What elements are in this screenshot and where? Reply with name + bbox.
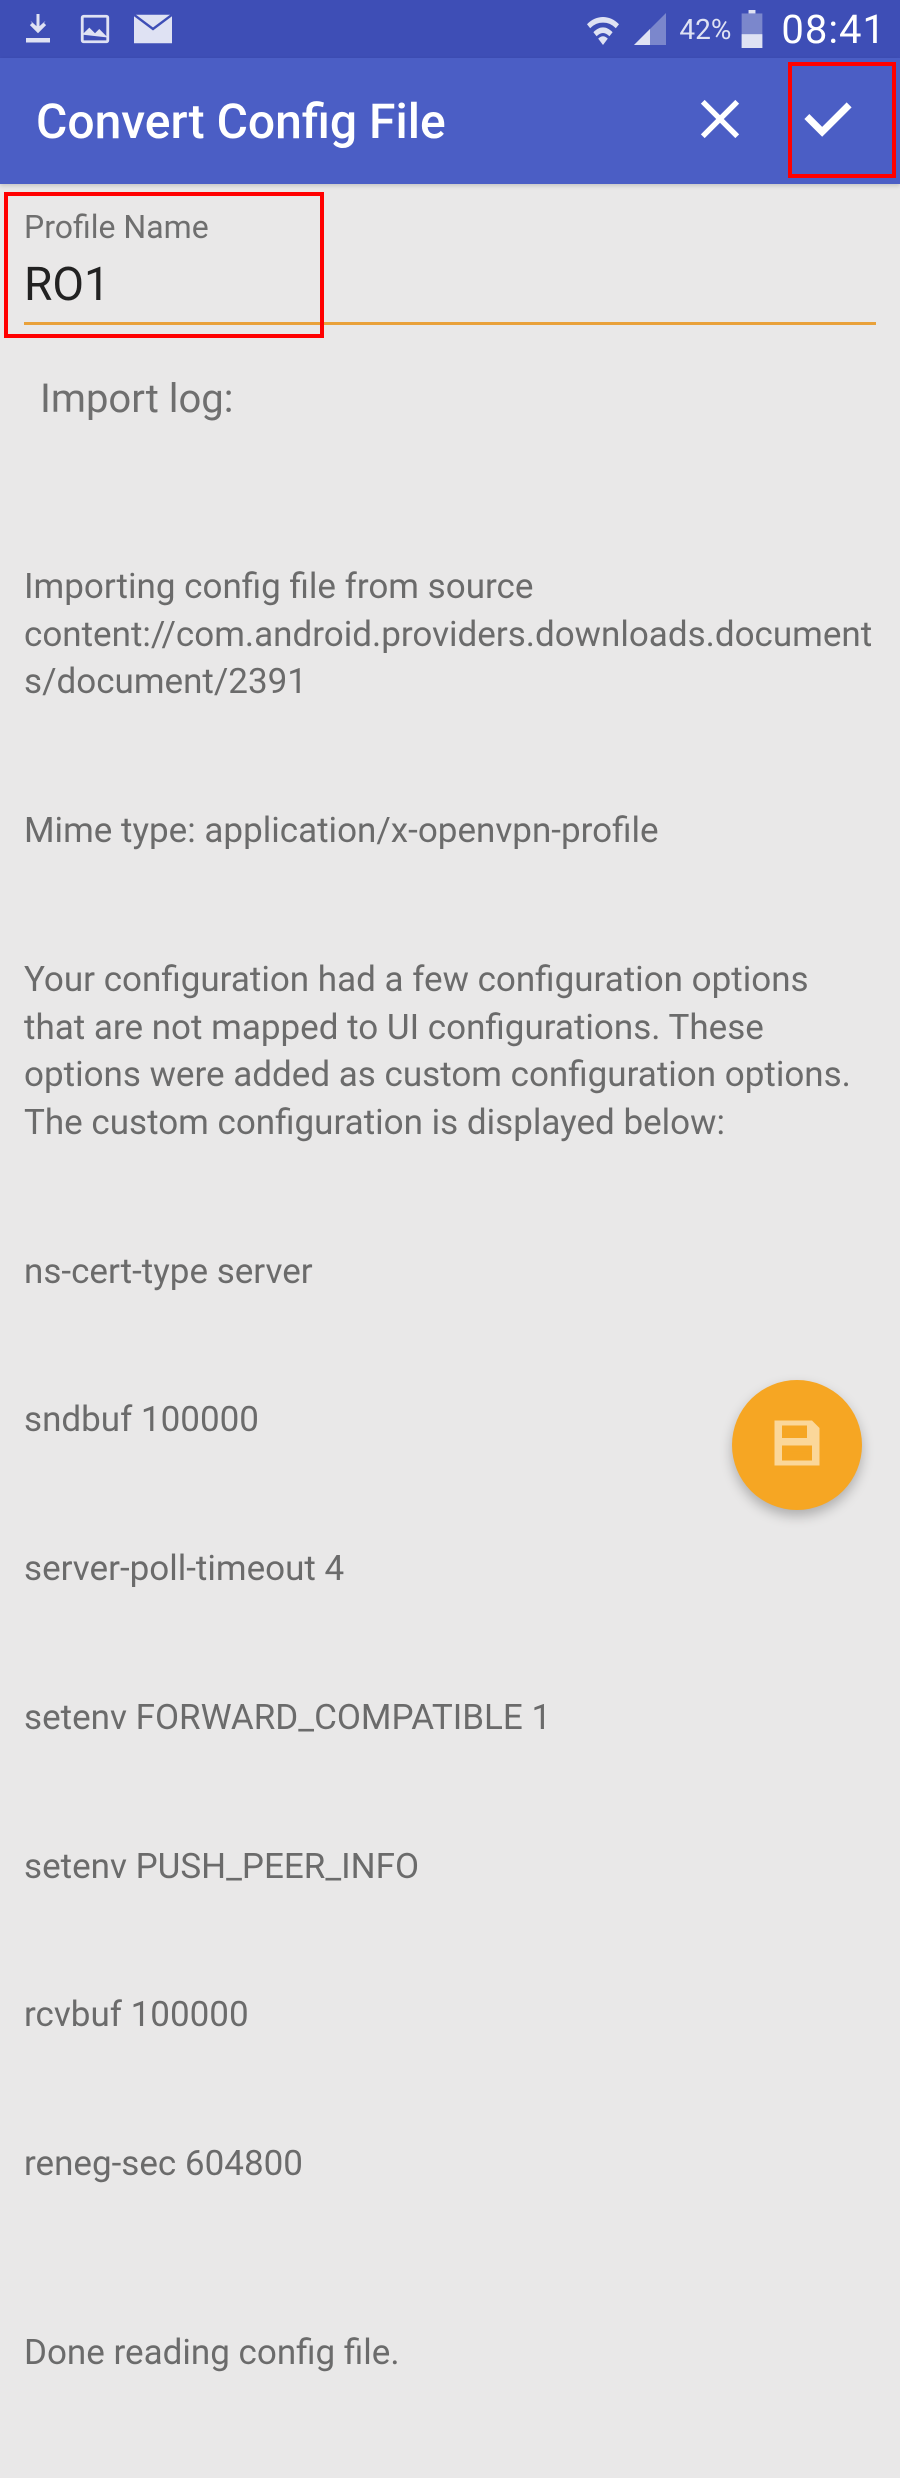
gallery-icon — [78, 12, 112, 46]
confirm-button[interactable] — [774, 67, 882, 175]
log-line-source: Importing config file from source conten… — [24, 563, 876, 706]
clock: 08:41 — [781, 6, 886, 53]
log-line-opt7: reneg-sec 604800 — [24, 2140, 876, 2188]
log-line-mime: Mime type: application/x-openvpn-profile — [24, 807, 876, 855]
wifi-icon — [583, 13, 623, 45]
mail-icon — [134, 14, 172, 44]
log-line-opt1: ns-cert-type server — [24, 1248, 876, 1296]
log-line-note: Your configuration had a few configurati… — [24, 956, 876, 1146]
save-icon — [767, 1413, 827, 1477]
log-line-opt5: setenv PUSH_PEER_INFO — [24, 1843, 876, 1891]
profile-name-input[interactable] — [24, 256, 876, 325]
content: Profile Name Import log: Importing confi… — [0, 184, 900, 2478]
battery-icon — [741, 10, 763, 48]
cell-signal-icon — [633, 13, 667, 45]
check-icon — [800, 91, 856, 151]
app-bar: Convert Config File — [0, 58, 900, 184]
import-log-heading: Import log: — [40, 375, 876, 422]
profile-name-label: Profile Name — [24, 208, 876, 246]
battery-percentage: 42% — [679, 13, 731, 46]
log-line-opt6: rcvbuf 100000 — [24, 1991, 876, 2039]
status-right: 42% 08:41 — [583, 6, 886, 53]
save-fab[interactable] — [732, 1380, 862, 1510]
log-line-opt4: setenv FORWARD_COMPATIBLE 1 — [24, 1694, 876, 1742]
cancel-button[interactable] — [666, 67, 774, 175]
log-line-opt3: server-poll-timeout 4 — [24, 1545, 876, 1593]
download-icon — [20, 11, 56, 47]
status-left — [20, 11, 172, 47]
app-bar-actions — [666, 67, 882, 175]
close-icon — [697, 96, 743, 146]
page-title: Convert Config File — [36, 93, 446, 150]
log-line-done: Done reading config file. — [24, 2329, 876, 2377]
status-bar: 42% 08:41 — [0, 0, 900, 58]
